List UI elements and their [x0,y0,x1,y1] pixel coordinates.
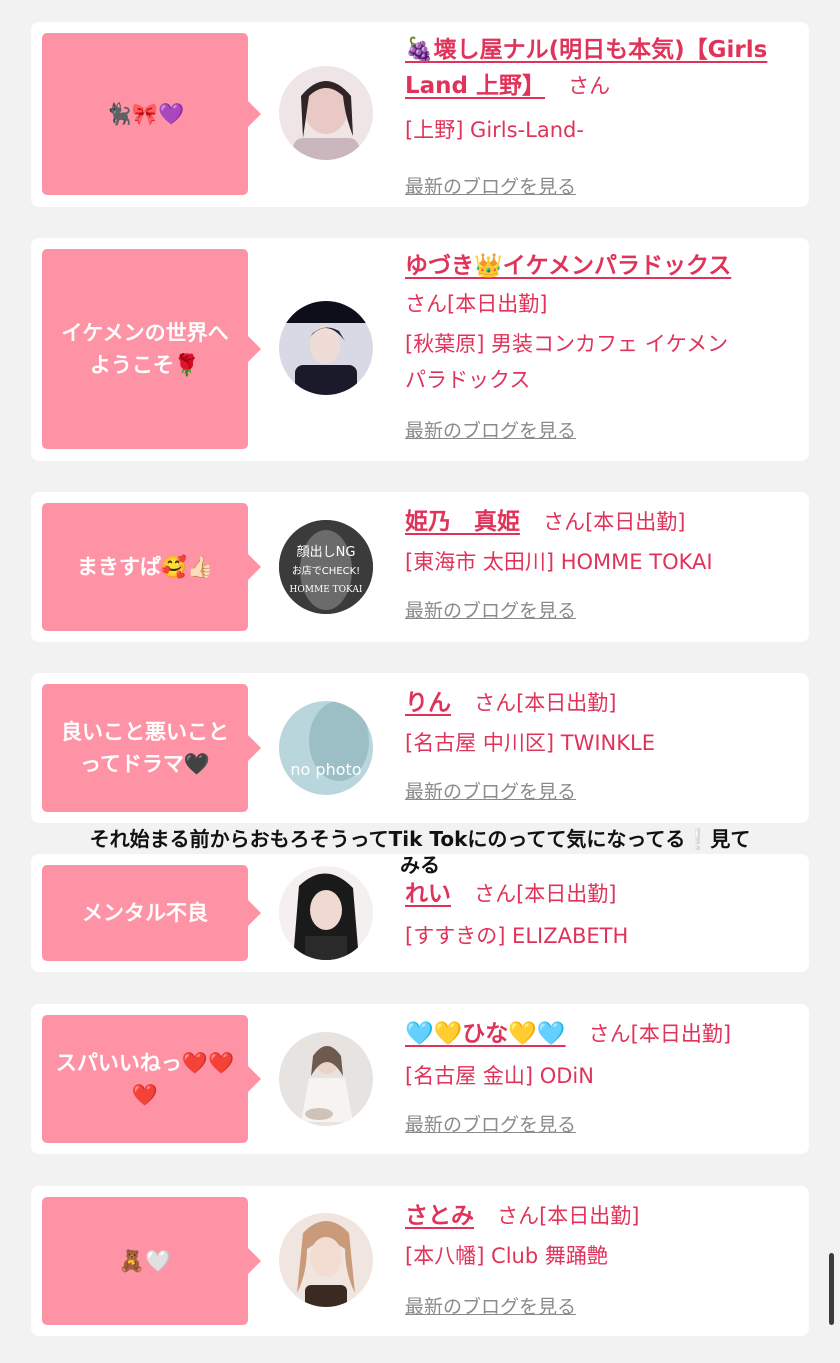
cast-name-link-cont[interactable]: Land 上野】 [405,73,545,99]
card-info: れい さん[本日出勤] [すすきの] ELIZABETH [405,876,799,966]
comment-text: イケメンの世界へようこそ🌹 [61,321,229,377]
shop-name: [本八幡] Club 舞踊艶 [405,1244,608,1268]
avatar[interactable] [279,66,373,160]
honorific-status: さん[本日出勤] [588,1022,732,1046]
shop-name-cont: パラドックス [405,368,531,392]
avatar-photo [279,66,373,160]
comment-bubble: 🧸🤍 [42,1197,261,1325]
overlay-caption-line1: それ始まる前からおもろそうってTik Tokにのってて気になってる❕見て [89,827,751,851]
avatar[interactable] [279,301,373,395]
shop-card: まきすぱ🥰👍🏻 顔出しNG お店でCHECK! HOMME TOKAI 姫乃 真… [31,492,809,642]
honorific-status: さん[本日出勤] [543,510,686,534]
honorific-status: さん[本日出勤] [405,292,548,316]
avatar-photo [279,866,373,960]
cast-name-link[interactable]: ゆづき👑イケメンパラドックス [405,253,731,279]
comment-bubble: メンタル不良 [42,865,261,961]
shop-card: スパいいねっ❤️❤️❤️ 🩵💛ひな💛🩵 さん[本日出勤] [名古屋 金山] OD… [31,1004,809,1154]
shop-name: [名古屋 中川区] TWINKLE [405,731,655,755]
latest-blog-link[interactable]: 最新のブログを見る [405,172,576,202]
comment-text: メンタル不良 [82,901,208,925]
avatar-check-text: お店でCHECK! [292,564,360,577]
avatar[interactable] [279,866,373,960]
comment-bubble: 良いこと悪いことってドラマ🖤 [42,684,261,812]
honorific: さん [568,74,611,98]
honorific-status: さん[本日出勤] [497,1204,640,1228]
comment-text: スパいいねっ❤️❤️❤️ [55,1051,235,1107]
comment-text: 良いこと悪いことってドラマ🖤 [61,720,229,776]
latest-blog-link[interactable]: 最新のブログを見る [405,596,576,626]
comment-bubble: まきすぱ🥰👍🏻 [42,503,261,631]
latest-blog-link[interactable]: 最新のブログを見る [405,416,576,446]
avatar-photo: 顔出しNG お店でCHECK! HOMME TOKAI [279,520,373,614]
overlay-caption-line2: みる [400,853,440,877]
avatar[interactable]: 顔出しNG お店でCHECK! HOMME TOKAI [279,520,373,614]
card-info: さとみ さん[本日出勤] [本八幡] Club 舞踊艶 最新のブログを見る [405,1198,799,1328]
comment-bubble: スパいいねっ❤️❤️❤️ [42,1015,261,1143]
overlay-caption: それ始まる前からおもろそうってTik Tokにのってて気になってる❕見て みる [0,826,840,878]
cast-name-link[interactable]: 🩵💛ひな💛🩵 [405,1021,566,1047]
shop-name: [すすきの] ELIZABETH [405,924,629,948]
avatar-photo [279,1213,373,1307]
honorific-status: さん[本日出勤] [474,882,617,906]
shop-card: 良いこと悪いことってドラマ🖤 no photo りん さん[本日出勤] [名古屋… [31,673,809,823]
latest-blog-link[interactable]: 最新のブログを見る [405,1292,576,1322]
avatar-photo: no photo [279,701,373,795]
card-info: 🩵💛ひな💛🩵 さん[本日出勤] [名古屋 金山] ODiN 最新のブログを見る [405,1016,799,1146]
shop-name: [上野] Girls-Land- [405,118,584,142]
shop-name: [東海市 太田川] HOMME TOKAI [405,550,713,574]
card-info: りん さん[本日出勤] [名古屋 中川区] TWINKLE 最新のブログを見る [405,685,799,815]
scrollbar[interactable] [829,1253,834,1325]
avatar[interactable] [279,1032,373,1126]
card-info: 姫乃 真姫 さん[本日出勤] [東海市 太田川] HOMME TOKAI 最新の… [405,504,799,634]
shop-card: 🧸🤍 さとみ さん[本日出勤] [本八幡] Club 舞踊艶 最新のブログを見る [31,1186,809,1336]
cast-name-link[interactable]: さとみ [405,1203,474,1229]
avatar[interactable]: no photo [279,701,373,795]
avatar-photo [279,301,373,395]
card-info: ゆづき👑イケメンパラドックス さん[本日出勤] [秋葉原] 男装コンカフェ イケ… [405,248,799,458]
honorific-status: さん[本日出勤] [474,691,617,715]
cast-name-link[interactable]: りん [405,690,451,716]
shop-name: [名古屋 金山] ODiN [405,1064,594,1088]
no-photo-text: no photo [290,760,361,779]
avatar[interactable] [279,1213,373,1307]
shop-name: [秋葉原] 男装コンカフェ イケメン [405,332,729,356]
avatar-photo [279,1032,373,1126]
latest-blog-link[interactable]: 最新のブログを見る [405,1110,576,1140]
comment-text: 🐈‍⬛🎀💜 [105,102,185,126]
shop-card: イケメンの世界へようこそ🌹 ゆづき👑イケメンパラドックス さん[本日出勤] [秋… [31,238,809,461]
latest-blog-link[interactable]: 最新のブログを見る [405,777,576,807]
comment-bubble: 🐈‍⬛🎀💜 [42,33,261,195]
card-info: 🍇壊し屋ナル(明日も本気)【Girls Land 上野】 さん [上野] Gir… [405,32,799,202]
shop-card: 🐈‍⬛🎀💜 🍇壊し屋ナル(明日も本気)【Girls Land 上野】 さん [上… [31,22,809,207]
avatar-ng-text: 顔出しNG [297,545,356,560]
avatar-shop-text: HOMME TOKAI [290,585,363,595]
comment-text: 🧸🤍 [118,1249,172,1273]
cast-name-link[interactable]: 姫乃 真姫 [405,509,520,535]
cast-name-link[interactable]: 🍇壊し屋ナル(明日も本気)【Girls [405,37,767,63]
comment-text: まきすぱ🥰👍🏻 [76,555,214,579]
cast-name-link[interactable]: れい [405,881,451,907]
comment-bubble: イケメンの世界へようこそ🌹 [42,249,261,449]
